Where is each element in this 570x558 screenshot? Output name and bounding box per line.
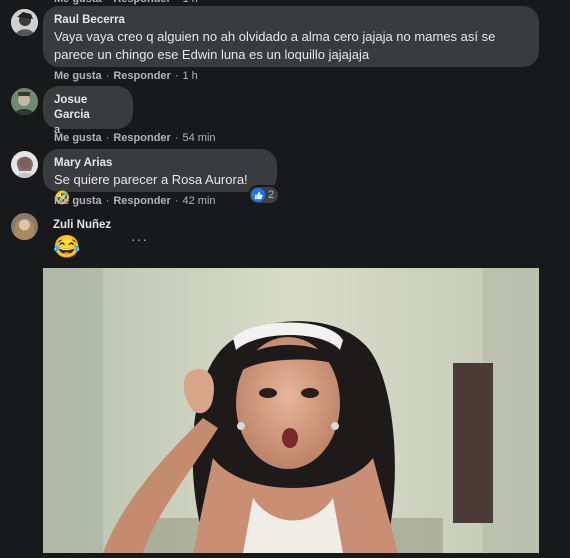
separator: · — [174, 70, 179, 82]
comment-actions: Me gusta · Responder · 42 min — [54, 195, 216, 207]
like-link[interactable]: Me gusta — [54, 0, 102, 5]
comment-author[interactable]: Mary Arias — [54, 156, 265, 171]
reply-link[interactable]: Responder — [113, 132, 170, 144]
like-link[interactable]: Me gusta — [54, 70, 102, 82]
like-link[interactable]: Me gusta — [54, 195, 102, 207]
separator: · — [106, 0, 110, 5]
comment-actions: Me gusta · Responder · 1 h — [54, 70, 198, 82]
comment-text: parece un chingo ese Edwin luna es un lo… — [54, 47, 370, 62]
separator: · — [105, 70, 110, 82]
comment-author[interactable]: Raul Becerra — [54, 13, 527, 28]
more-options-icon[interactable]: ··· — [131, 231, 148, 247]
separator: · — [174, 195, 179, 207]
reply-link[interactable]: Responder — [113, 70, 170, 82]
separator: · — [105, 132, 110, 144]
timestamp: 54 min — [182, 132, 216, 144]
gif-image[interactable] — [43, 268, 539, 553]
avatar[interactable] — [11, 9, 38, 36]
reaction-count: 2 — [268, 189, 275, 201]
avatar-image — [11, 9, 38, 36]
reaction-summary[interactable]: 2 — [250, 187, 279, 203]
avatar-image — [11, 151, 38, 178]
comment-actions: Me gusta · Responder · 54 min — [54, 132, 216, 144]
comment-text: Vaya vaya creo q alguien no ah olvidado … — [54, 29, 496, 44]
avatar-image — [11, 213, 38, 240]
reply-link[interactable]: Responder — [113, 195, 170, 207]
avatar[interactable] — [11, 88, 38, 115]
like-reaction-icon — [251, 188, 265, 202]
comment-bubble: Raul Becerra Vaya vaya creo q alguien no… — [43, 6, 539, 67]
action-row-hidden: Me gusta·Responder·1 h — [54, 0, 198, 5]
comment-author[interactable]: Zuli Nuñez — [53, 218, 111, 233]
comment-author[interactable]: Josue Garcia — [54, 93, 121, 123]
laughing-emoji: 😂 — [53, 234, 81, 259]
reply-link[interactable]: Responder — [113, 0, 170, 5]
gif-picture — [43, 268, 539, 553]
separator: · — [175, 0, 179, 5]
avatar-image — [11, 88, 38, 115]
timestamp: 1 h — [183, 0, 198, 5]
timestamp: 42 min — [182, 195, 216, 207]
timestamp: 1 h — [182, 70, 198, 82]
comment-bubble: Josue Garcia a — [43, 86, 133, 136]
like-link[interactable]: Me gusta — [54, 132, 102, 144]
comment-bubble: Mary Arias Se quiere parecer a Rosa Auro… — [43, 149, 277, 205]
separator: · — [174, 132, 179, 144]
avatar[interactable] — [11, 151, 38, 178]
separator: · — [105, 195, 110, 207]
avatar[interactable] — [11, 213, 38, 240]
